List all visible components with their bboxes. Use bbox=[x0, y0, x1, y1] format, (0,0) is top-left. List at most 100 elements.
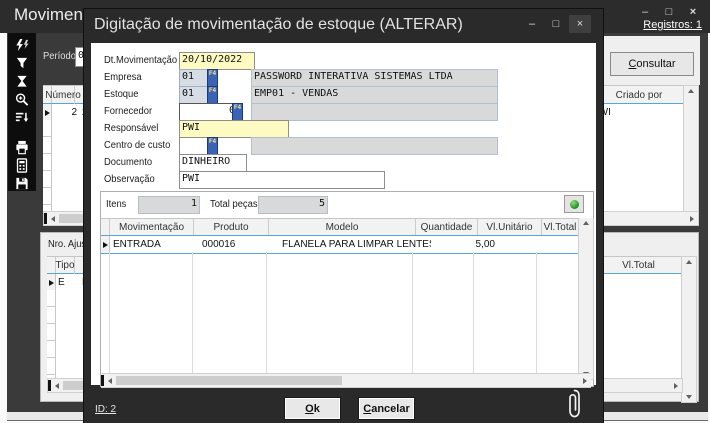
close-icon[interactable]: × bbox=[569, 15, 591, 33]
main-window-title: Moviment bbox=[14, 5, 88, 25]
items-grid-row[interactable]: ENTRADA 000016 FLANELA PARA LIMPAR LENTE… bbox=[101, 235, 578, 254]
refresh-items-button[interactable] bbox=[564, 195, 584, 213]
observacao-label: Observação bbox=[104, 174, 155, 185]
screen: Moviment – □ × Registros: 1 bbox=[0, 0, 710, 423]
save-icon[interactable] bbox=[14, 176, 30, 191]
centro-custo-label: Centro de custo bbox=[104, 140, 170, 151]
grid-divider bbox=[192, 252, 193, 373]
dialog-controls: – □ × bbox=[521, 15, 591, 33]
col-quantidade-header[interactable]: Quantidade bbox=[416, 219, 478, 236]
cell-modelo: FLANELA PARA LIMPAR LENTES bbox=[279, 236, 431, 253]
documento-field[interactable]: DINHEIRO bbox=[179, 154, 247, 172]
documento-label: Documento bbox=[104, 157, 152, 168]
col-criado-por-header[interactable]: Criado por bbox=[595, 86, 683, 104]
col-modelo-header[interactable]: Modelo bbox=[269, 219, 416, 236]
minimize-icon[interactable]: – bbox=[521, 15, 543, 33]
dialog-body: Dt.Movimentação 20/10/2022 Empresa 01 F4… bbox=[91, 43, 596, 385]
items-grid-hscrollbar[interactable] bbox=[101, 373, 591, 388]
observacao-field[interactable]: PWI bbox=[179, 171, 385, 189]
movements-grid-vscrollbar[interactable] bbox=[683, 85, 699, 219]
movements-grid-indicator-strip bbox=[43, 120, 52, 211]
main-window-left-border bbox=[0, 33, 7, 423]
cell-tipo: E bbox=[56, 274, 79, 291]
scroll-left-icon[interactable] bbox=[51, 216, 55, 222]
col-vl-unitario-header[interactable]: Vl.Unitário bbox=[478, 219, 542, 236]
cell-movimentacao: ENTRADA bbox=[110, 236, 199, 253]
cell-produto: 000016 bbox=[199, 236, 279, 253]
estoque-label: Estoque bbox=[104, 89, 139, 100]
scroll-left-icon[interactable] bbox=[55, 383, 59, 389]
row-indicator-icon bbox=[101, 236, 110, 253]
row-indicator-icon bbox=[43, 104, 52, 121]
scroll-right-icon[interactable] bbox=[583, 378, 587, 384]
id-link[interactable]: ID: 2 bbox=[95, 404, 116, 415]
scrollbar-tick bbox=[101, 375, 104, 386]
scrollbar-tick bbox=[44, 213, 47, 224]
total-pecas-label: Total peças bbox=[210, 199, 258, 210]
centro-custo-desc-field bbox=[251, 137, 498, 155]
grid-divider bbox=[266, 252, 267, 373]
ok-button[interactable]: Ok bbox=[284, 397, 341, 420]
itens-count-field: 1 bbox=[138, 196, 200, 214]
scrollbar-thumb[interactable] bbox=[116, 376, 342, 385]
grid-divider bbox=[109, 252, 110, 373]
fornecedor-desc-field bbox=[251, 103, 498, 121]
responsavel-field[interactable]: PWI bbox=[179, 120, 289, 138]
col-produto-header[interactable]: Produto bbox=[194, 219, 269, 236]
scroll-right-icon[interactable] bbox=[674, 383, 678, 389]
col-numero-header[interactable]: Número bbox=[52, 86, 75, 104]
total-pecas-field: 5 bbox=[258, 196, 328, 214]
consultar-button[interactable]: Consultar bbox=[610, 52, 694, 76]
zoom-icon[interactable] bbox=[14, 92, 30, 107]
cell-quantidade: 5,00 bbox=[431, 236, 498, 253]
execute-icon[interactable] bbox=[14, 38, 30, 53]
scroll-up-icon[interactable] bbox=[688, 89, 694, 93]
empresa-desc-field: PASSWORD INTERATIVA SISTEMAS LTDA bbox=[251, 69, 498, 87]
scroll-up-icon[interactable] bbox=[686, 260, 692, 264]
periodo-label: Período bbox=[43, 51, 76, 62]
side-toolbar bbox=[8, 33, 36, 191]
scroll-left-icon[interactable] bbox=[108, 378, 112, 384]
col-tipo-header[interactable]: Tipo bbox=[56, 257, 75, 274]
scroll-down-icon[interactable] bbox=[686, 395, 692, 399]
empresa-label: Empresa bbox=[104, 72, 142, 83]
grid-divider bbox=[412, 252, 413, 373]
cell-vl-total bbox=[567, 236, 578, 253]
registros-link[interactable]: Registros: 1 bbox=[643, 19, 702, 31]
col-movimentacao-header[interactable]: Movimentação bbox=[110, 219, 194, 236]
dialog-title: Digitação de movimentação de estoque (AL… bbox=[94, 16, 463, 34]
clear-filter-icon[interactable] bbox=[14, 74, 30, 89]
cell-numero: 2 bbox=[52, 104, 79, 121]
grid-divider bbox=[536, 252, 537, 373]
ajuste-grid-vscrollbar[interactable] bbox=[681, 256, 697, 403]
row-indicator-icon bbox=[47, 274, 56, 291]
dt-movimentacao-label: Dt.Movimentação bbox=[104, 55, 177, 66]
fornecedor-field[interactable]: 0 bbox=[179, 103, 238, 121]
responsavel-label: Responsável bbox=[104, 123, 158, 134]
itens-label: Itens bbox=[106, 199, 126, 210]
stock-movement-dialog: Digitação de movimentação de estoque (AL… bbox=[83, 8, 604, 423]
maximize-icon[interactable]: □ bbox=[545, 15, 567, 33]
indicator-column-header bbox=[101, 219, 110, 236]
ajuste-group-label: Nro. Ajus bbox=[48, 239, 86, 250]
ajuste-grid-indicator-strip bbox=[47, 290, 56, 378]
scroll-right-icon[interactable] bbox=[690, 216, 694, 222]
items-panel: Itens 1 Total peças 5 Movimentação Produ… bbox=[100, 191, 594, 387]
attachment-paperclip-icon[interactable] bbox=[566, 388, 583, 423]
grid-divider bbox=[473, 252, 474, 373]
filter-icon[interactable] bbox=[14, 56, 30, 71]
sort-icon[interactable] bbox=[14, 110, 30, 125]
print-icon[interactable] bbox=[14, 140, 30, 155]
scrollbar-tick bbox=[48, 380, 51, 391]
calculator-icon[interactable] bbox=[14, 158, 30, 173]
estoque-desc-field: EMP01 - VENDAS bbox=[251, 86, 498, 104]
dt-movimentacao-field[interactable]: 20/10/2022 bbox=[179, 52, 255, 70]
items-grid-vscrollbar[interactable] bbox=[578, 218, 594, 380]
cell-vl-unitario bbox=[498, 236, 567, 253]
col-vl-total-header[interactable]: Vl.Total bbox=[542, 219, 578, 236]
col-vl-total-header[interactable]: Vl.Total bbox=[596, 257, 681, 274]
cancel-button[interactable]: Cancelar bbox=[358, 397, 415, 420]
fornecedor-label: Fornecedor bbox=[104, 106, 152, 117]
green-ball-icon bbox=[570, 200, 579, 209]
scroll-up-icon[interactable] bbox=[583, 221, 589, 225]
